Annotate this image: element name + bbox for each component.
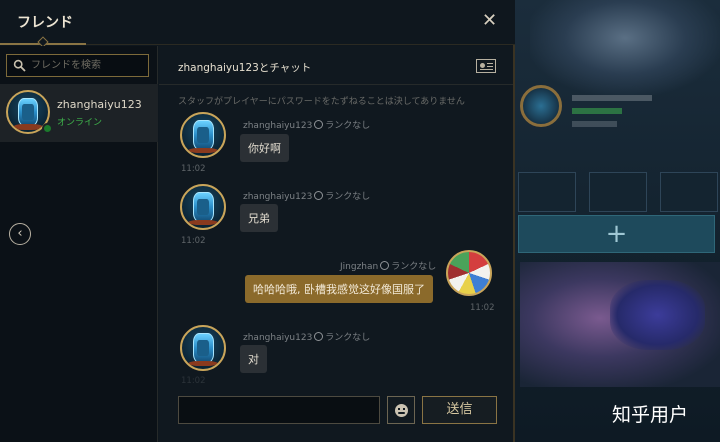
emoji-button[interactable] xyxy=(387,396,415,424)
message-bubble: 你好啊 xyxy=(240,134,289,162)
sender-rank: ランクなし xyxy=(325,192,371,202)
rank-icon xyxy=(314,332,324,341)
message-sender: zhanghaiyu123 ランクなし xyxy=(243,189,370,202)
emoji-icon xyxy=(395,404,408,417)
sender-name: zhanghaiyu123 xyxy=(243,333,313,343)
friend-list-item[interactable]: zhanghaiyu123 オンライン xyxy=(0,84,158,142)
chat-input[interactable] xyxy=(179,397,379,423)
watermark: 知乎用户 xyxy=(612,404,689,426)
message-time: 11:02 xyxy=(181,164,206,174)
panel-header: フレンド ✕ xyxy=(0,0,515,48)
friend-name: zhanghaiyu123 xyxy=(57,98,142,111)
friends-panel: フレンド ✕ zhanghaiyu123 オンライン ‹ zhanghaiyu1… xyxy=(0,0,515,442)
background-status xyxy=(572,108,622,114)
avatar xyxy=(180,184,226,230)
search-icon xyxy=(13,59,26,72)
rank-icon xyxy=(314,120,324,129)
sender-name: zhanghaiyu123 xyxy=(243,121,313,131)
profile-card-icon[interactable] xyxy=(476,59,496,73)
sender-name: zhanghaiyu123 xyxy=(243,192,313,202)
message-bubble: 哈哈哈哦, 卧槽我感觉这好像国服了 xyxy=(245,275,433,303)
background-art-detail xyxy=(610,280,705,350)
chat-title: zhanghaiyu123とチャット xyxy=(178,62,312,74)
sender-name: Jingzhan xyxy=(340,262,379,272)
background-plus-button: + xyxy=(518,215,715,253)
friend-status: オンライン xyxy=(57,118,103,128)
message-bubble: 对 xyxy=(240,345,267,373)
background-client: + xyxy=(515,0,720,442)
background-avatar xyxy=(520,85,562,127)
message-time: 11:02 xyxy=(181,236,206,246)
friends-sidebar: zhanghaiyu123 オンライン ‹ xyxy=(0,46,158,442)
search-box[interactable] xyxy=(6,54,149,77)
avatar xyxy=(446,250,492,296)
sender-rank: ランクなし xyxy=(325,333,371,343)
online-status-icon xyxy=(42,123,53,134)
security-notice: スタッフがプレイヤーにパスワードをたずねることは決してありません xyxy=(178,97,465,107)
message-sender: zhanghaiyu123 ランクなし xyxy=(243,118,370,131)
background-name xyxy=(572,95,652,101)
rank-icon xyxy=(314,191,324,200)
sender-rank: ランクなし xyxy=(391,262,437,272)
page-title: フレンド xyxy=(17,15,73,31)
avatar xyxy=(180,112,226,158)
rank-icon xyxy=(380,261,390,270)
search-input[interactable] xyxy=(29,57,144,74)
message-time: 11:02 xyxy=(470,303,495,313)
back-arrow-icon[interactable]: ‹ xyxy=(9,223,31,245)
message-sender: zhanghaiyu123 ランクなし xyxy=(243,330,370,343)
message-bubble: 兄弟 xyxy=(240,204,278,232)
background-tabs xyxy=(518,172,718,212)
chat-window: zhanghaiyu123とチャット スタッフがプレイヤーにパスワードをたずねる… xyxy=(159,46,513,442)
background-text xyxy=(572,121,617,127)
sender-rank: ランクなし xyxy=(325,121,371,131)
send-button[interactable]: 送信 xyxy=(422,396,497,424)
close-icon[interactable]: ✕ xyxy=(482,12,498,30)
divider xyxy=(159,84,513,85)
avatar xyxy=(180,325,226,371)
message-time: 11:02 xyxy=(181,376,206,386)
chat-input-box[interactable] xyxy=(178,396,380,424)
message-sender: Jingzhan ランクなし xyxy=(340,259,436,272)
champion-splash xyxy=(530,0,720,95)
